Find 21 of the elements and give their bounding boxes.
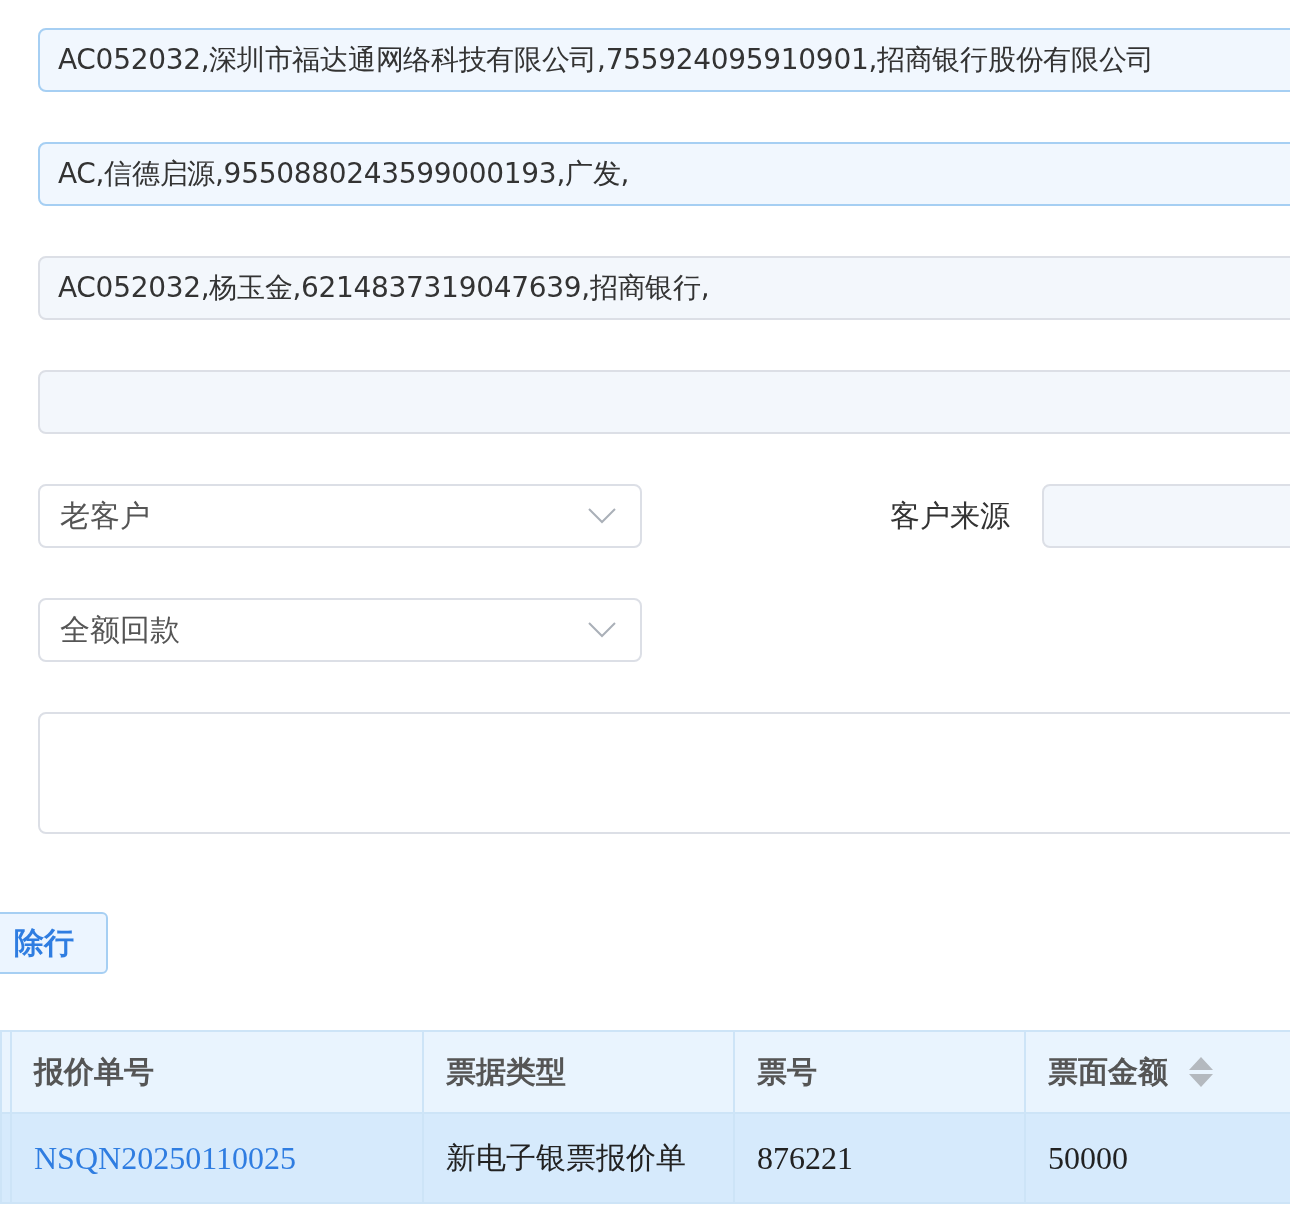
text-area[interactable] <box>38 712 1290 834</box>
input-field[interactable]: AC052032,杨玉金,6214837319047639,招商银行, <box>38 256 1290 320</box>
table-cell: 新电子银票报价单 <box>423 1113 734 1203</box>
input-field[interactable] <box>38 370 1290 434</box>
column-header: 报价单号 <box>11 1031 423 1113</box>
table-cell: 876221 <box>734 1113 1025 1203</box>
table-cell: 50000 <box>1025 1113 1290 1203</box>
table-row[interactable]: NSQN20250110025 新电子银票报价单 876221 50000 <box>1 1113 1290 1203</box>
column-header: 票据类型 <box>423 1031 734 1113</box>
input-field[interactable]: AC052032,深圳市福达通网络科技有限公司,755924095910901,招商银行股份有限公司 <box>38 28 1290 92</box>
sort-icon[interactable] <box>1188 1056 1214 1088</box>
chevron-down-icon <box>588 622 616 638</box>
dropdown[interactable]: 老客户 <box>38 484 642 548</box>
column-header: 票号 <box>734 1031 1025 1113</box>
field-label: 客户来源 <box>890 496 1010 535</box>
input-field[interactable]: AC,信德启源,9550880243599000193,广发, <box>38 142 1290 206</box>
input-field[interactable] <box>1042 484 1290 548</box>
chevron-down-icon <box>588 508 616 524</box>
column-header-label: 票面金额 <box>1048 1053 1168 1089</box>
delete-row-button[interactable]: 除行 <box>0 912 108 974</box>
dropdown[interactable]: 全额回款 <box>38 598 642 662</box>
